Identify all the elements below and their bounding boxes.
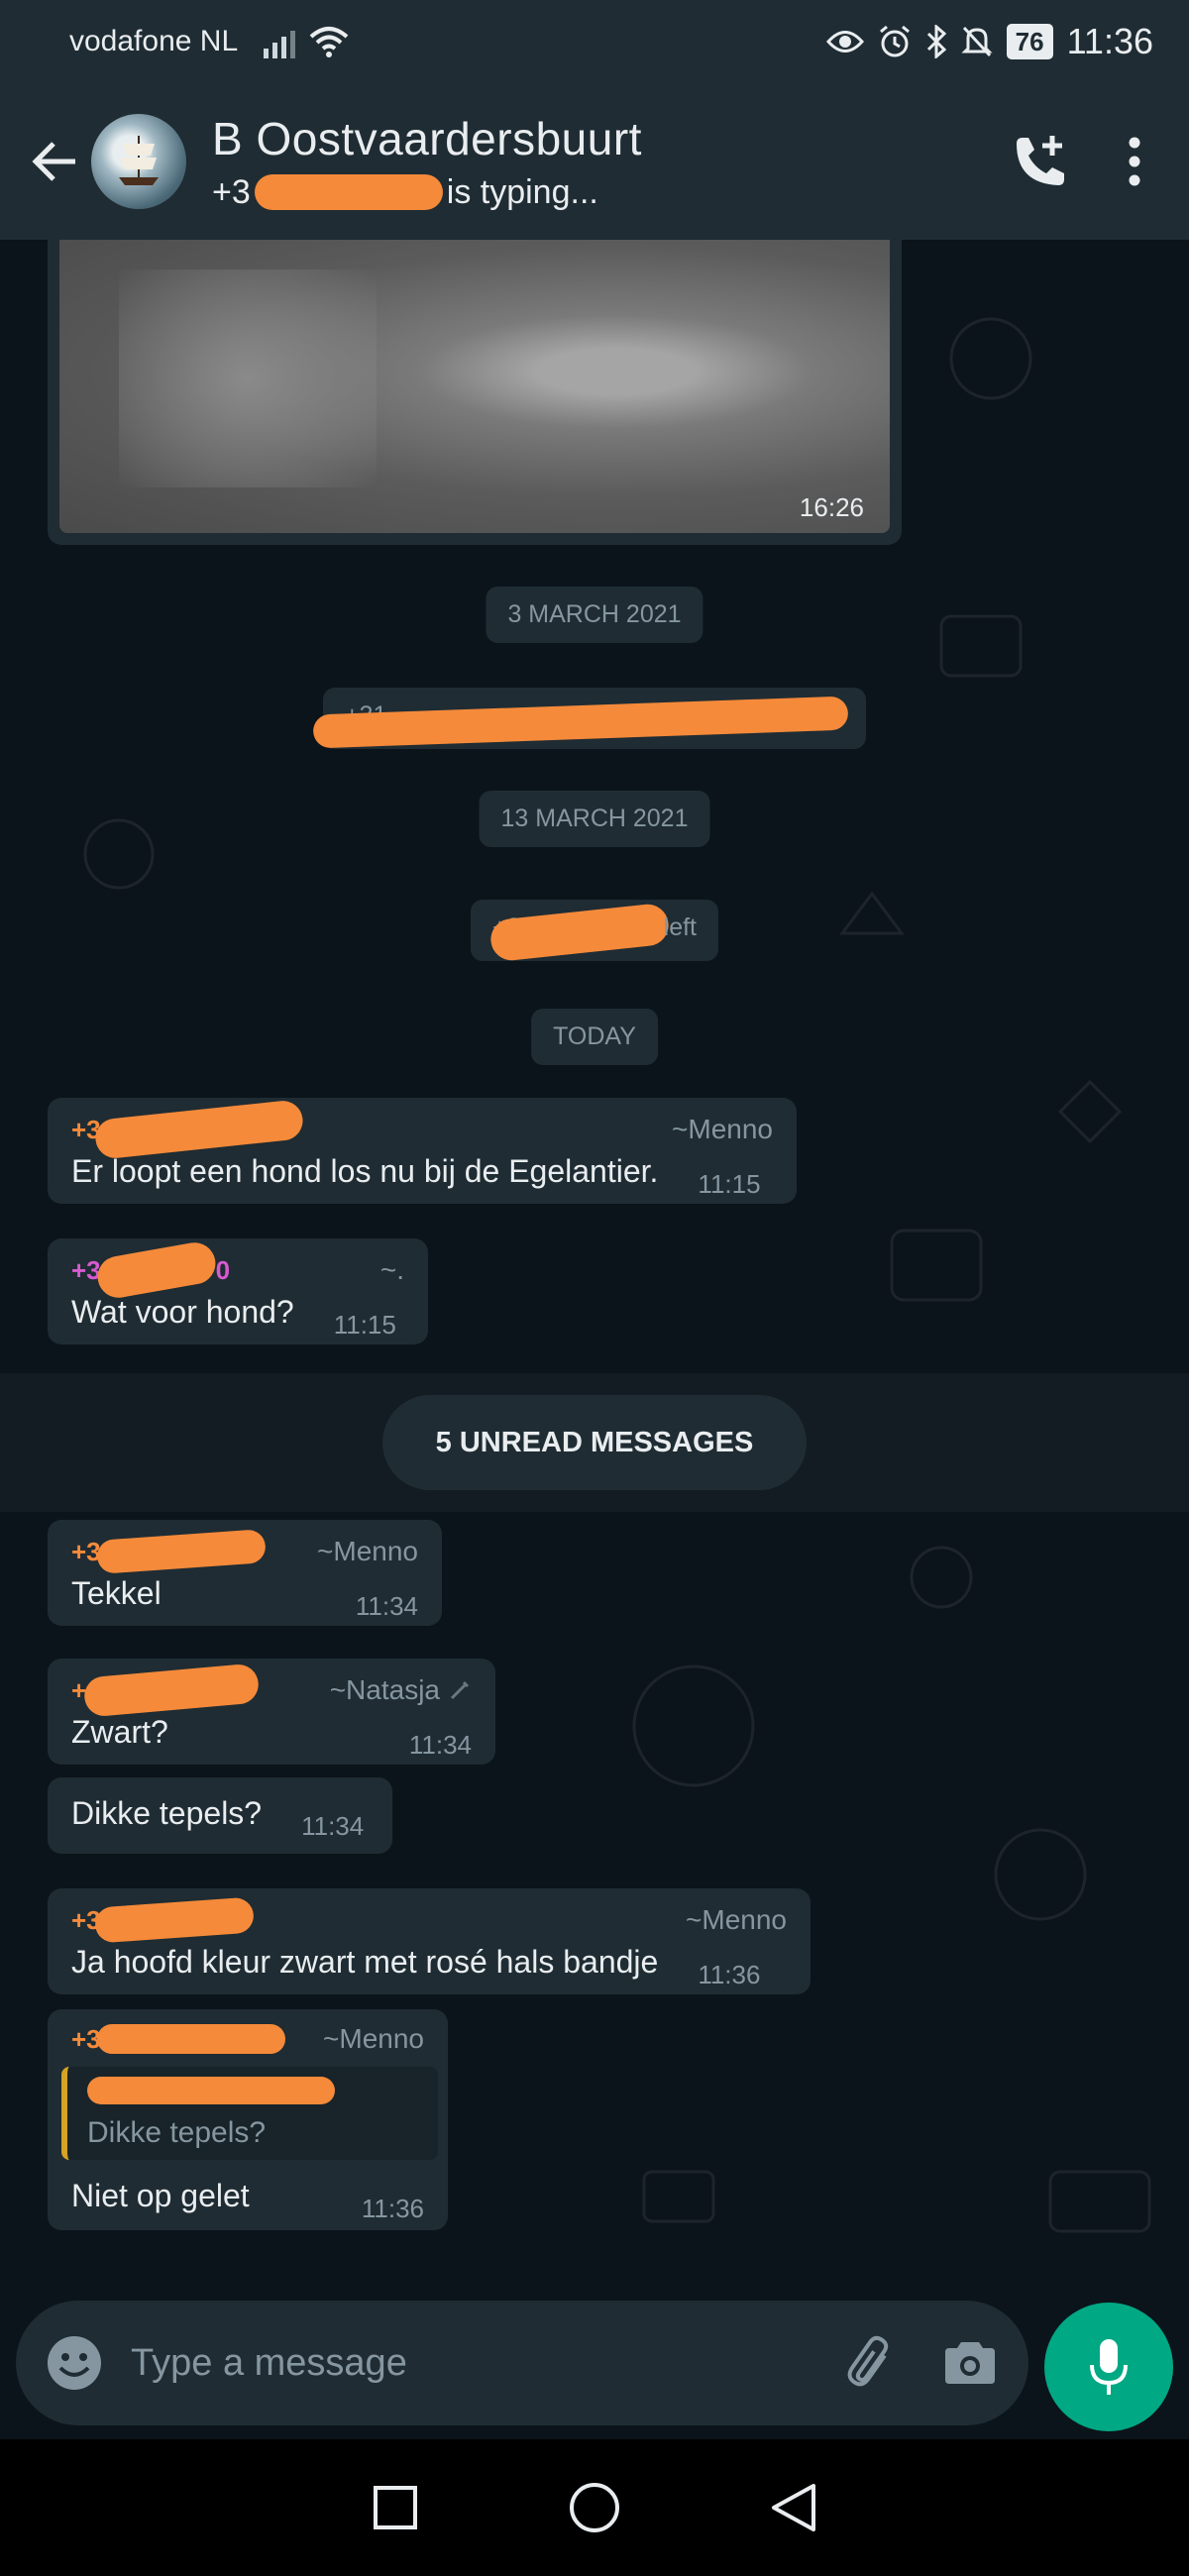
message-text: Dikke tepels? [71,1795,263,1831]
sender-phone[interactable]: +3 [71,1255,101,1286]
redaction-mark [95,1529,267,1574]
message-input[interactable]: Type a message [16,2301,1028,2425]
unread-messages-divider: 5 UNREAD MESSAGES [382,1395,807,1490]
message-time: 11:34 [408,1730,472,1760]
sender-nickname: ~Menno [686,1904,787,1935]
message-time: 11:15 [333,1310,396,1340]
signal-icon [264,25,296,58]
system-message: +31 [312,688,866,749]
message-text: Ja hoofd kleur zwart met rosé hals bandj… [71,1944,659,1980]
message-text: Wat voor hond? [71,1294,294,1330]
message-list[interactable]: 16:26 3 MARCH 2021 +31 13 MARCH 2021 +3 … [0,240,1189,2291]
typing-phone-prefix: +3 [212,172,251,211]
message-sender: + ~Natasja [71,1663,472,1718]
voice-message-button[interactable] [1044,2303,1173,2431]
redaction-mark [488,902,671,963]
sparkle-icon [450,1680,470,1700]
back-button[interactable] [24,132,83,191]
redaction-mark [82,1663,261,1718]
typing-label: is typing... [446,172,598,211]
alarm-icon [879,25,910,57]
date-divider: 13 MARCH 2021 [479,791,710,847]
sender-nickname: ~. [379,1254,404,1285]
sender-nickname: ~Natasja [329,1674,440,1705]
redaction-mark [93,1099,305,1160]
sender-phone[interactable]: +3 [71,2024,101,2055]
message-sender: +3 ~Menno [71,1529,418,1574]
message-text: Tekkel [71,1575,162,1611]
microphone-icon [1090,2339,1128,2395]
message-time: 11:15 [698,1169,761,1199]
message-text: Niet op gelet [71,2178,250,2213]
quoted-sender [87,2077,418,2110]
system-left-label: left [663,913,697,941]
reply-message-bubble[interactable]: +3 ~Menno Dikke tepels? Niet op gelet 11… [48,2009,448,2230]
message-text: Er loopt een hond los nu bij de Egelanti… [71,1153,659,1189]
message-sender: +3 ~Menno [61,2021,434,2057]
message-sender: +3 ~Menno [71,1896,787,1944]
message-text: Zwart? [71,1714,168,1750]
eye-icon [825,31,864,53]
message-sender: +3 ~Menno [71,1099,773,1160]
ship-icon [119,136,159,185]
bluetooth-icon [926,25,946,58]
message-time: 11:36 [698,1960,761,1989]
redaction-mark [96,2024,285,2054]
sender-nickname: ~Menno [317,1536,418,1566]
message-bubble[interactable]: + ~Natasja Zwart? 11:34 [48,1659,495,1765]
message-bubble[interactable]: +3 ~Menno Er loopt een hond los nu bij d… [48,1098,797,1204]
message-time: 11:34 [355,1591,418,1621]
message-bubble[interactable]: +3 ~Menno Ja hoofd kleur zwart met rosé … [48,1888,811,1994]
redaction-mark [93,1896,255,1944]
camera-icon[interactable] [941,2338,999,2388]
status-bar: vodafone NL 76 11:36 [0,0,1189,83]
redaction-mark [254,174,443,210]
attach-icon[interactable] [842,2334,900,2392]
image-message[interactable]: 16:26 [48,240,902,545]
mute-bell-icon [961,26,993,57]
composer: Type a message [0,2291,1189,2439]
quoted-message[interactable]: Dikke tepels? [61,2067,438,2160]
sender-nickname: ~Menno [672,1114,773,1144]
message-sender: +3 0 ~. [71,1238,404,1302]
chat-title[interactable]: B Oostvaardersbuurt [212,112,1009,165]
blurred-image[interactable] [59,240,890,533]
message-bubble[interactable]: Dikke tepels? 11:34 [48,1777,392,1854]
system-nav-bar [0,2439,1189,2576]
system-message: +3 left [471,900,718,963]
more-options-icon[interactable] [1128,137,1141,186]
emoji-icon[interactable] [46,2334,103,2392]
add-call-icon[interactable] [1009,132,1068,191]
message-time: 11:36 [361,2194,424,2223]
message-bubble[interactable]: +3 ~Menno Tekkel 11:34 [48,1520,442,1626]
redaction-mark [312,696,849,749]
date-divider: 3 MARCH 2021 [486,587,703,643]
redaction-mark [93,1238,219,1302]
home-icon[interactable] [568,2481,621,2534]
quoted-text: Dikke tepels? [87,2116,267,2149]
typing-status: +3 is typing... [212,173,1009,212]
arrow-back-icon [32,142,75,181]
message-time: 16:26 [799,492,864,522]
message-bubble[interactable]: +3 0 ~. Wat voor hond? 11:15 [48,1238,428,1344]
sender-nickname: ~Menno [323,2023,424,2054]
recents-icon[interactable] [372,2484,419,2531]
message-time: 11:34 [301,1811,365,1841]
carrier-label: vodafone NL [69,25,239,57]
sender-phone[interactable]: +3 [71,1537,101,1567]
clock: 11:36 [1066,21,1153,61]
redaction-mark [87,2077,335,2104]
group-avatar[interactable] [91,114,186,209]
message-placeholder: Type a message [131,2341,407,2384]
date-divider: TODAY [531,1009,658,1065]
chat-header: B Oostvaardersbuurt +3 is typing... [0,83,1189,240]
nav-back-icon[interactable] [770,2482,817,2533]
wifi-icon [309,27,349,57]
battery-indicator: 76 [1006,24,1053,59]
sender-phone-tail: 0 [215,1254,231,1285]
